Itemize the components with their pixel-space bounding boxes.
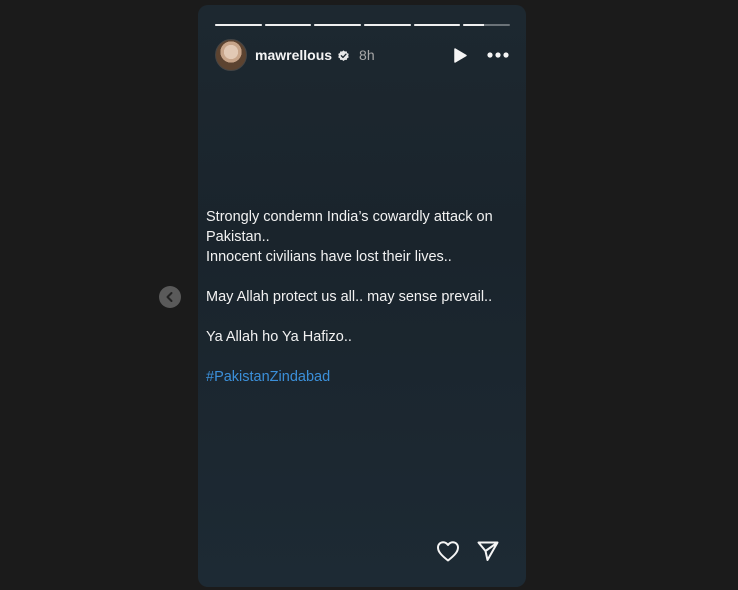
caption-line: May Allah protect us all.. may sense pre… — [206, 289, 493, 305]
progress-segment — [463, 24, 511, 26]
more-options-icon — [487, 52, 509, 58]
play-icon — [454, 47, 467, 63]
story-viewer[interactable]: mawrellous 8h Strongly condemn India’s c… — [198, 5, 526, 587]
chevron-left-icon — [166, 292, 173, 302]
share-button[interactable] — [476, 539, 500, 563]
progress-fill — [215, 24, 262, 26]
caption-line: Ya Allah ho Ya Hafizo.. — [206, 329, 352, 345]
caption-line: Innocent civilians have lost their lives… — [206, 249, 452, 265]
more-options-button[interactable] — [486, 45, 510, 65]
story-progress-bar — [215, 24, 511, 26]
post-time: 8h — [359, 47, 375, 63]
story-caption: Strongly condemn India’s cowardly attack… — [206, 207, 516, 387]
heart-icon — [437, 541, 459, 562]
progress-fill — [364, 24, 411, 26]
progress-segment — [215, 24, 262, 26]
progress-segment — [264, 24, 312, 26]
story-actions — [436, 539, 500, 563]
progress-fill — [264, 24, 312, 26]
avatar[interactable] — [215, 39, 247, 71]
story-header: mawrellous 8h — [215, 39, 510, 71]
progress-fill — [463, 24, 485, 26]
send-icon — [477, 541, 499, 561]
username[interactable]: mawrellous — [255, 47, 332, 63]
progress-fill — [413, 24, 461, 26]
progress-segment — [364, 24, 411, 26]
like-button[interactable] — [436, 539, 460, 563]
progress-fill — [314, 24, 362, 26]
play-button[interactable] — [450, 45, 470, 65]
hashtag-link[interactable]: #PakistanZindabad — [206, 367, 516, 387]
verified-badge-icon — [337, 49, 350, 62]
progress-segment — [413, 24, 461, 26]
progress-segment — [314, 24, 362, 26]
caption-line: Strongly condemn India’s cowardly attack… — [206, 209, 493, 245]
previous-story-button[interactable] — [159, 286, 181, 308]
